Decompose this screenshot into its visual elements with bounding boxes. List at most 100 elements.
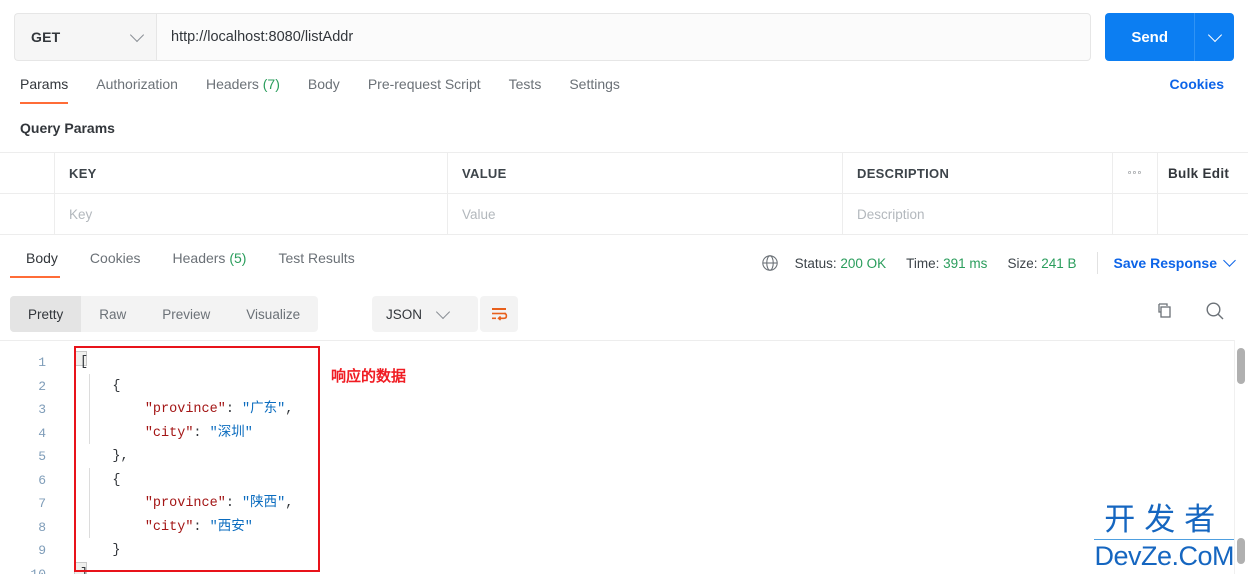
send-options-button[interactable] <box>1194 13 1234 61</box>
table-options-button[interactable]: ◦◦◦ <box>1113 152 1158 194</box>
bulk-edit-label: Bulk Edit <box>1168 165 1230 181</box>
chevron-down-icon[interactable] <box>1223 254 1236 267</box>
view-mode-raw[interactable]: Raw <box>81 296 144 332</box>
tab-authorization[interactable]: Authorization <box>82 74 192 104</box>
code-token: , <box>285 402 294 417</box>
line-number: 8 <box>38 519 46 535</box>
code-token: } <box>80 543 121 558</box>
scrollbar-thumb[interactable] <box>1237 348 1245 384</box>
tab-body[interactable]: Body <box>294 74 354 104</box>
tab-tests[interactable]: Tests <box>495 74 556 104</box>
description-input[interactable]: Description <box>843 193 1113 235</box>
tab-label: Tests <box>508 76 542 92</box>
code-token: ] <box>80 566 89 574</box>
tab-settings[interactable]: Settings <box>555 74 634 104</box>
code-lines: [ { "province": "广东", "city": "深圳" }, { … <box>80 351 293 574</box>
tab-label: Cookies <box>89 250 141 266</box>
code-token: "深圳" <box>209 425 253 441</box>
code-line: "province": "广东", <box>80 398 294 422</box>
size-label: Size: <box>1007 255 1038 271</box>
code-line: "province": "陕西", <box>80 492 294 516</box>
time-badge: Time: 391 ms <box>906 256 987 271</box>
tab-params[interactable]: Params <box>20 74 82 104</box>
meta-divider <box>1096 252 1098 274</box>
save-response-button[interactable]: Save Response <box>1114 255 1218 271</box>
size-value: 241 B <box>1041 255 1077 271</box>
format-dropdown[interactable]: JSON <box>372 296 479 332</box>
tab-label: Authorization <box>96 76 178 92</box>
time-label: Time: <box>906 255 940 271</box>
annotation-label: 响应的数据 <box>331 367 407 385</box>
header-description: DESCRIPTION <box>843 152 1113 194</box>
vertical-scrollbar[interactable] <box>1234 340 1248 574</box>
scrollbar-thumb-secondary[interactable] <box>1237 538 1245 564</box>
response-meta: Status: 200 OK Time: 391 ms Size: 241 B … <box>761 252 1236 274</box>
response-tab-headers[interactable]: Headers (5) <box>157 250 263 278</box>
code-token: }, <box>80 449 129 464</box>
http-method-label: GET <box>31 29 61 45</box>
code-token: "西安" <box>209 519 253 535</box>
tab-label: Body <box>26 250 58 266</box>
tab-label: Headers <box>205 76 259 92</box>
search-button[interactable] <box>1204 300 1226 327</box>
line-number: 1 <box>38 355 46 370</box>
row-end-cell <box>1158 194 1248 235</box>
code-token: [ <box>80 355 89 370</box>
code-line: [ <box>80 351 293 375</box>
response-body-viewer[interactable]: 1 2 3 4 5 6 7 8 9 10 [ { "province": "广东", "city"… <box>0 340 1248 574</box>
tab-headers[interactable]: Headers (7) <box>192 74 294 104</box>
line-number: 5 <box>38 449 46 464</box>
send-button[interactable]: Send <box>1105 13 1194 61</box>
url-text: http://localhost:8080/listAddr <box>171 29 354 45</box>
view-mode-preview[interactable]: Preview <box>144 296 228 332</box>
value-input[interactable]: Value <box>448 193 843 235</box>
line-number: 4 <box>38 425 46 441</box>
code-token: "city" <box>144 425 194 441</box>
view-mode-pretty[interactable]: Pretty <box>10 296 82 332</box>
format-label: JSON <box>386 306 423 322</box>
status-label: Status: <box>794 255 837 271</box>
chevron-down-icon <box>1207 27 1222 43</box>
tab-pre-request-script[interactable]: Pre-request Script <box>354 74 495 104</box>
wrap-lines-button[interactable] <box>480 296 518 332</box>
query-params-table: KEY VALUE DESCRIPTION ◦◦◦ Bulk Edit Key … <box>0 152 1248 235</box>
code-token: "广东" <box>242 402 286 417</box>
row-checkbox-cell[interactable] <box>0 193 55 235</box>
tab-label: Headers <box>172 250 226 266</box>
tab-label: Params <box>20 76 69 92</box>
code-token: "city" <box>144 519 194 535</box>
response-view-toolbar: Pretty Raw Preview Visualize JSON <box>0 296 1248 338</box>
http-method-dropdown[interactable]: GET <box>14 13 156 61</box>
copy-button[interactable] <box>1154 301 1174 326</box>
code-token: : <box>225 402 243 417</box>
response-tab-cookies[interactable]: Cookies <box>74 250 157 278</box>
code-line: ] <box>80 563 293 574</box>
code-line: "city": "西安" <box>80 516 293 540</box>
code-token: : <box>193 519 210 535</box>
code-token: "province" <box>144 496 226 511</box>
chevron-down-icon <box>435 304 451 320</box>
line-number: 3 <box>38 402 46 417</box>
code-line: }, <box>80 445 293 469</box>
line-number: 7 <box>38 496 46 511</box>
response-tab-body[interactable]: Body <box>10 250 74 278</box>
cookies-link[interactable]: Cookies <box>1170 76 1224 92</box>
code-token: { <box>80 378 121 394</box>
bulk-edit-button[interactable]: Bulk Edit <box>1158 153 1248 194</box>
globe-icon <box>761 255 778 271</box>
key-input[interactable]: Key <box>55 193 448 235</box>
url-input[interactable]: http://localhost:8080/listAddr <box>156 13 1092 61</box>
code-token: { <box>80 472 121 488</box>
size-badge: Size: 241 B <box>1007 256 1076 271</box>
wrap-lines-icon <box>492 308 508 321</box>
table-header-row: KEY VALUE DESCRIPTION ◦◦◦ Bulk Edit <box>0 152 1248 194</box>
response-tab-test-results[interactable]: Test Results <box>262 250 370 278</box>
status-value: 200 OK <box>840 255 887 271</box>
tab-count: (7) <box>262 76 280 92</box>
query-params-title: Query Params <box>20 120 115 136</box>
code-token: "province" <box>144 402 226 417</box>
view-mode-visualize[interactable]: Visualize <box>228 296 318 332</box>
tab-label: Test Results <box>278 250 355 266</box>
